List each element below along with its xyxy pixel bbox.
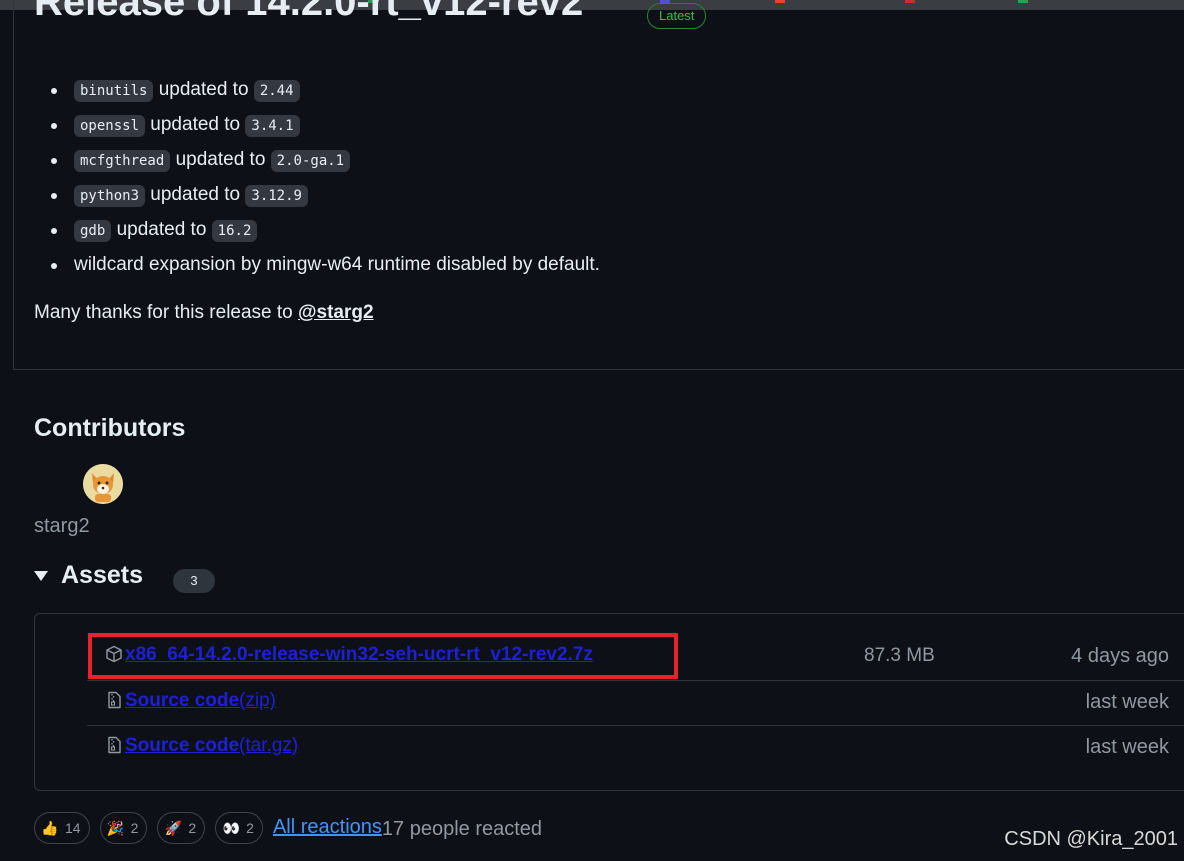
version-code: 3.4.1 xyxy=(245,115,300,137)
asset-date: last week xyxy=(1085,691,1169,713)
reaction-rocket[interactable]: 🚀 2 xyxy=(157,812,206,844)
contributors-heading: Contributors xyxy=(34,414,186,442)
package-code: binutils xyxy=(74,80,154,102)
source-code-zip-link[interactable]: Source code(zip) xyxy=(125,690,276,712)
asset-date: last week xyxy=(1085,736,1169,758)
reaction-eyes[interactable]: 👀 2 xyxy=(215,812,263,844)
fox-avatar-icon xyxy=(83,464,123,504)
thanks-line: Many thanks for this release to @starg2 xyxy=(34,302,374,323)
source-code-targz-link[interactable]: Source code(tar.gz) xyxy=(125,735,298,757)
assets-heading: Assets xyxy=(61,561,143,589)
package-code: gdb xyxy=(74,220,112,242)
latest-badge: Latest xyxy=(647,3,707,29)
release-title[interactable]: Release of 14.2.0-rt_v12-rev2 xyxy=(34,0,583,26)
asset-row: Source code(tar.gz) last week xyxy=(87,725,1184,770)
watermark: CSDN @Kira_2001 xyxy=(1004,828,1178,850)
reaction-summary: 17 people reacted xyxy=(381,818,543,840)
note-item: gdb updated to 16.2 xyxy=(44,216,600,251)
section-divider xyxy=(13,369,1184,370)
version-code: 2.0-ga.1 xyxy=(270,150,351,172)
caret-down-icon xyxy=(34,571,48,581)
user-mention-link[interactable]: @starg2 xyxy=(298,302,374,323)
note-item: binutils updated to 2.44 xyxy=(44,76,600,111)
contributor-avatar[interactable] xyxy=(83,464,123,504)
note-item: python3 updated to 3.12.9 xyxy=(44,181,600,216)
reactions-bar: 👍 14 🎉 2 🚀 2 👀 2 All reactions17 people reacted xyxy=(34,812,542,844)
package-code: mcfgthread xyxy=(74,150,171,172)
rocket-icon: 🚀 xyxy=(164,820,183,836)
asset-date: 4 days ago xyxy=(1071,645,1169,667)
party-icon: 🎉 xyxy=(106,820,125,836)
version-code: 2.44 xyxy=(253,80,300,102)
file-zip-icon xyxy=(108,736,121,754)
package-code: python3 xyxy=(74,185,146,207)
note-item: openssl updated to 3.4.1 xyxy=(44,111,600,146)
thumbs-up-icon: 👍 xyxy=(41,820,59,836)
contributor-name[interactable]: starg2 xyxy=(34,515,90,538)
note-item: mcfgthread updated to 2.0-ga.1 xyxy=(44,146,600,181)
file-zip-icon xyxy=(108,691,121,709)
all-reactions-link[interactable]: All reactions xyxy=(273,812,382,842)
version-code: 16.2 xyxy=(211,220,258,242)
version-code: 3.12.9 xyxy=(245,185,308,207)
asset-size: 87.3 MB xyxy=(864,645,935,666)
reaction-thumbs-up[interactable]: 👍 14 xyxy=(34,812,90,844)
note-item: wildcard expansion by mingw-w64 runtime … xyxy=(44,251,600,286)
release-notes: binutils updated to 2.44 openssl updated… xyxy=(44,76,600,286)
reaction-party[interactable]: 🎉 2 xyxy=(99,812,148,844)
eyes-icon: 👀 xyxy=(222,820,240,836)
assets-count-badge: 3 xyxy=(173,569,215,593)
asset-row: Source code(zip) last week xyxy=(87,680,1184,725)
package-code: openssl xyxy=(74,115,146,137)
highlight-box xyxy=(88,633,678,679)
